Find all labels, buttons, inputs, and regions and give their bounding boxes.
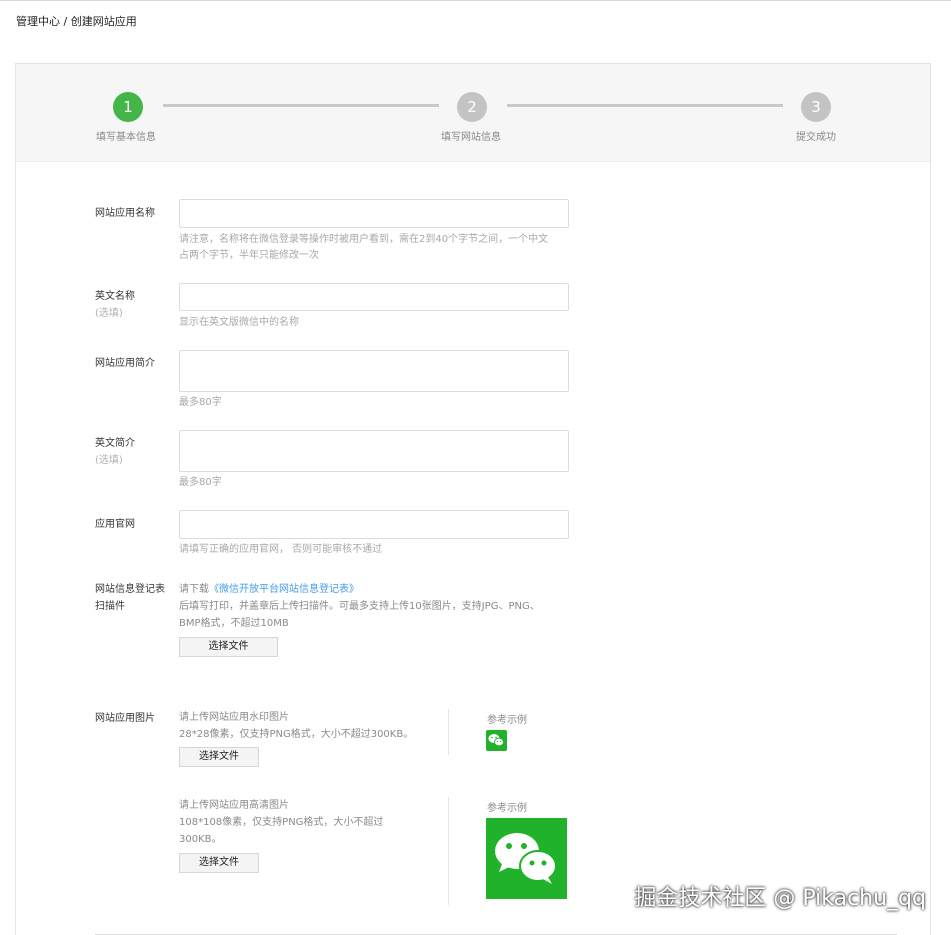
breadcrumb: 管理中心 / 创建网站应用 (16, 15, 137, 28)
step-2-label: 填写网站信息 (441, 132, 501, 143)
vertical-divider (448, 709, 449, 755)
en-name-input[interactable] (179, 283, 569, 311)
top-divider (0, 0, 951, 1)
step-connector (163, 104, 439, 107)
large-image-reference-label: 参考示例 (487, 803, 527, 814)
optional-tag: (选填) (95, 455, 123, 466)
step-progress: 1 2 3 填写基本信息 填写网站信息 提交成功 (16, 64, 930, 162)
step-2-indicator: 2 (457, 92, 487, 122)
app-name-hint: 请注意，名称将在微信登录等操作时被用户看到，需在2到40个字节之间，一个中文 占… (179, 234, 549, 261)
website-hint: 请填写正确的应用官网， 否则可能审核不通过 (179, 544, 383, 555)
large-image-description: 请上传网站应用高清图片 108*108像素，仅支持PNG格式，大小不超过 300… (179, 800, 384, 845)
step-1-label: 填写基本信息 (96, 132, 156, 143)
scan-description: 请下载《微信开放平台网站信息登记表》 后填写打印，并盖章后上传扫描件。可最多支持… (179, 584, 540, 629)
step-1-indicator: 1 (113, 92, 143, 122)
app-name-label: 网站应用名称 (95, 208, 155, 219)
en-intro-textarea[interactable] (179, 430, 569, 472)
optional-tag: (选填) (95, 308, 123, 319)
scan-label: 网站信息登记表 扫描件 (95, 584, 165, 612)
vertical-divider (448, 797, 449, 905)
app-images-label: 网站应用图片 (95, 713, 155, 724)
website-label: 应用官网 (95, 519, 135, 530)
watermark: 掘金技术社区 @ Pikachu_qq (634, 886, 926, 911)
wechat-logo-icon (486, 818, 567, 899)
website-input[interactable] (179, 510, 569, 539)
wechat-logo-icon (486, 730, 507, 751)
intro-label: 网站应用简介 (95, 358, 155, 369)
step-3-label: 提交成功 (796, 132, 836, 143)
step-3-indicator: 3 (801, 92, 831, 122)
small-image-reference-label: 参考示例 (487, 715, 527, 726)
form-panel: 1 2 3 填写基本信息 填写网站信息 提交成功 网站应用名称 请注意，名称将在… (15, 63, 931, 935)
large-image-choose-file-button[interactable]: 选择文件 (179, 853, 259, 873)
download-form-link[interactable]: 《微信开放平台网站信息登记表》 (209, 584, 359, 595)
intro-hint: 最多80字 (179, 397, 222, 408)
en-intro-label: 英文简介 (选填) (95, 435, 135, 469)
small-image-description: 请上传网站应用水印图片 28*28像素，仅支持PNG格式，大小不超过300KB。 (179, 712, 414, 740)
step-connector (507, 104, 783, 107)
en-intro-hint: 最多80字 (179, 477, 222, 488)
scan-choose-file-button[interactable]: 选择文件 (179, 637, 278, 657)
app-name-input[interactable] (179, 199, 569, 228)
en-name-hint: 显示在英文版微信中的名称 (179, 317, 299, 328)
en-name-label: 英文名称 (选填) (95, 288, 135, 322)
small-image-choose-file-button[interactable]: 选择文件 (179, 747, 259, 767)
intro-textarea[interactable] (179, 350, 569, 392)
